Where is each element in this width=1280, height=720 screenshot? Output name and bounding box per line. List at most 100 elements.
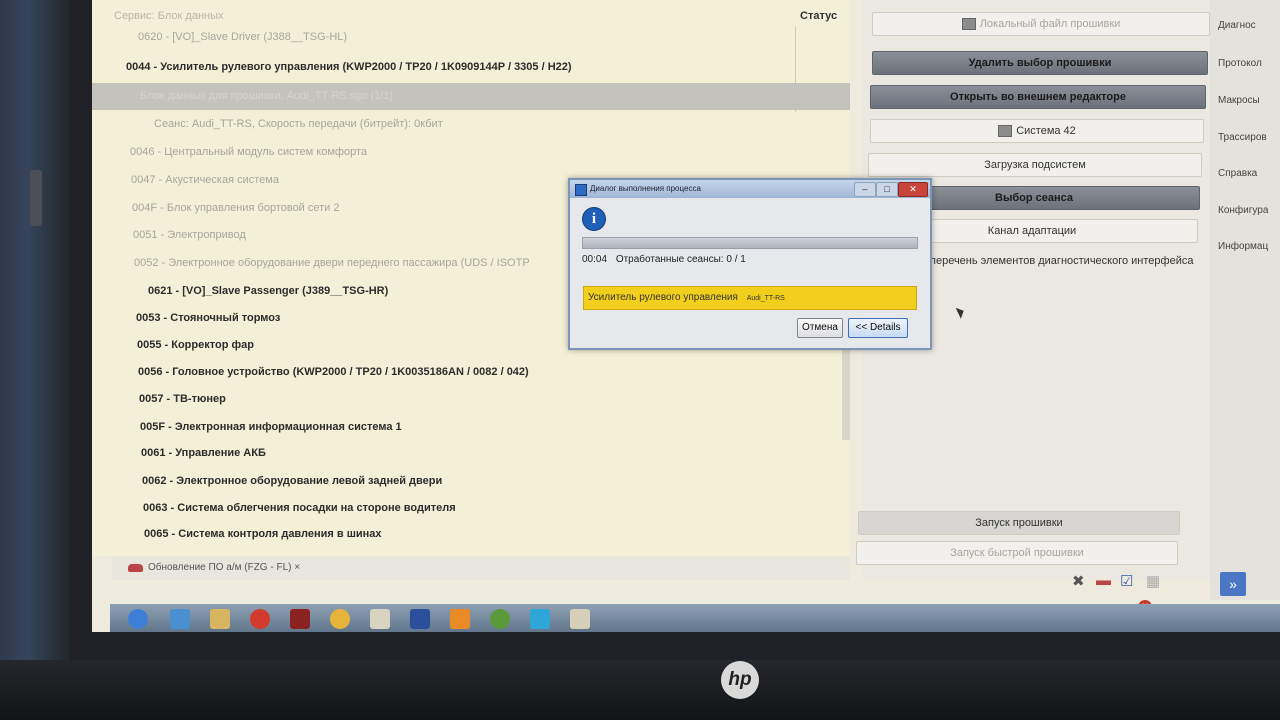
local-file-button[interactable]: Локальный файл прошивки	[872, 12, 1210, 36]
ecu-row[interactable]: 0061 - Управление АКБ	[92, 440, 850, 467]
tab-flash-update[interactable]: Обновление ПО а/м (FZG - FL) ×	[128, 559, 300, 577]
process-dialog: Диалог выполнения процесса – □ ✕ i 00:04…	[568, 178, 932, 350]
ecu-row-label: 004F - Блок управления бортовой сети 2	[132, 202, 340, 214]
ecu-row[interactable]: 0620 - [VO]_Slave Driver (J388__TSG-HL)	[92, 24, 850, 51]
ecu-row-label: 0052 - Электронное оборудование двери пе…	[134, 257, 530, 269]
adaptation-channel-label: Канал адаптации	[987, 225, 1077, 237]
system42-button[interactable]: Система 42	[870, 119, 1204, 143]
ecu-row[interactable]: Сеанс: Audi_TT-RS, Скорость передачи (би…	[92, 111, 850, 138]
info-icon: i	[582, 207, 606, 231]
start-flash-label: Запуск прошивки	[975, 517, 1063, 529]
ecu-row-label: 0055 - Корректор фар	[137, 339, 254, 351]
ie-icon[interactable]	[170, 609, 190, 629]
ecu-row[interactable]: 0056 - Головное устройство (KWP2000 / TP…	[92, 359, 850, 386]
ecu-row-label: 0053 - Стояночный тормоз	[136, 312, 281, 324]
side-menu-item-macros[interactable]: Макросы	[1218, 95, 1260, 106]
chart-app-icon[interactable]	[570, 609, 590, 629]
ecu-row[interactable]: 0046 - Центральный модуль систем комфорт…	[92, 139, 850, 166]
header-title: Сервис: Блок данных	[114, 10, 224, 22]
ecu-row-label: 0047 - Акустическая система	[131, 174, 279, 186]
cross-tools-icon[interactable]: ✖	[1072, 572, 1085, 590]
sessions-status: Отработанные сеансы: 0 / 1	[615, 254, 746, 265]
app-red-icon[interactable]	[290, 609, 310, 629]
ecu-row-label: 0061 - Управление АКБ	[141, 447, 266, 459]
side-menu-item-help[interactable]: Справка	[1218, 168, 1257, 179]
ecu-row-label: 0056 - Головное устройство (KWP2000 / TP…	[138, 366, 529, 378]
opera-icon[interactable]	[250, 609, 270, 629]
side-menu: Диагнос Протокол Макросы Трассиров Справ…	[1210, 0, 1280, 600]
vlc-icon[interactable]	[450, 609, 470, 629]
progress-bar	[582, 237, 918, 249]
grid-app-icon[interactable]	[410, 609, 430, 629]
tab-bar: Обновление ПО а/м (FZG - FL) ×	[112, 556, 850, 580]
dialog-title: Диалог выполнения процесса	[590, 184, 701, 193]
local-file-label: Локальный файл прошивки	[979, 18, 1121, 30]
ecu-row-label: 0621 - [VO]_Slave Passenger (J389__TSG-H…	[148, 285, 389, 297]
load-subsystems-button[interactable]: Загрузка подсистем	[868, 153, 1202, 177]
ecu-row-label: Блок данных для прошивки: Audi_TT-RS.sgo…	[140, 90, 394, 102]
chrome-icon[interactable]	[330, 609, 350, 629]
maximize-icon[interactable]: □	[876, 182, 898, 197]
ecu-row[interactable]: 0062 - Электронное оборудование левой за…	[92, 468, 850, 495]
hp-logo: hp	[721, 661, 759, 699]
dialog-titlebar[interactable]: Диалог выполнения процесса – □ ✕	[570, 180, 930, 198]
checklist-icon[interactable]: ☑	[1120, 572, 1133, 590]
ecu-row-label: 0620 - [VO]_Slave Driver (J388__TSG-HL)	[138, 31, 348, 43]
file-icon	[961, 18, 976, 31]
side-menu-item-trace[interactable]: Трассиров	[1218, 132, 1267, 143]
start-quick-flash-button[interactable]: Запуск быстрой прошивки	[856, 541, 1178, 565]
laptop-side-button	[30, 170, 42, 226]
torrent-icon[interactable]	[490, 609, 510, 629]
start-flash-button[interactable]: Запуск прошивки	[858, 511, 1180, 535]
side-menu-item-diagnosis[interactable]: Диагнос	[1218, 20, 1256, 31]
ecu-row-label: 0063 - Система облегчения посадки на сто…	[143, 502, 456, 514]
ecu-row-label: 0057 - ТВ-тюнер	[139, 393, 226, 405]
next-arrow-icon[interactable]: »	[1220, 572, 1246, 596]
windows-taskbar	[110, 604, 1280, 632]
side-menu-item-info[interactable]: Информац	[1218, 241, 1268, 252]
folder-icon[interactable]	[210, 609, 230, 629]
elapsed-time: 00:04	[582, 254, 608, 265]
system42-label: Система 42	[1016, 125, 1076, 137]
grid-icon[interactable]: ▦	[1146, 572, 1160, 590]
ecu-row[interactable]: 0063 - Система облегчения посадки на сто…	[92, 495, 850, 522]
delete-selection-button[interactable]: Удалить выбор прошивки	[872, 51, 1208, 75]
task-name: Усилитель рулевого управления	[588, 292, 738, 303]
ecu-row-label: 0062 - Электронное оборудование левой за…	[142, 475, 443, 487]
ecu-row-label: Сеанс: Audi_TT-RS, Скорость передачи (би…	[154, 118, 443, 130]
ecu-row[interactable]: 0057 - ТВ-тюнер	[92, 386, 850, 413]
ecu-row-label: 005F - Электронная информационная систем…	[140, 421, 402, 433]
laptop-base	[0, 660, 1280, 720]
tab-label: Обновление ПО а/м (FZG - FL)	[148, 562, 292, 573]
cancel-button[interactable]: Отмена	[797, 318, 843, 338]
tab-close-icon[interactable]: ×	[294, 562, 300, 573]
odis-app-icon[interactable]	[530, 609, 550, 629]
ecu-row[interactable]: 005F - Электронная информационная систем…	[92, 414, 850, 441]
ecu-row-selected[interactable]: Блок данных для прошивки: Audi_TT-RS.sgo…	[92, 83, 850, 110]
car-icon	[128, 564, 143, 572]
header-status: Статус	[800, 10, 838, 22]
computer-icon	[998, 125, 1013, 138]
details-button[interactable]: << Details	[848, 318, 908, 338]
ecu-row-label: 0051 - Электропривод	[133, 229, 246, 241]
car-icon[interactable]: ▬	[1096, 572, 1111, 589]
load-subsystems-label: Загрузка подсистем	[984, 159, 1086, 171]
ecu-row-label: 0044 - Усилитель рулевого управления (KW…	[126, 61, 572, 73]
background-left	[0, 0, 70, 720]
ecu-row[interactable]: 0044 - Усилитель рулевого управления (KW…	[92, 54, 850, 81]
current-task: Усилитель рулевого управления Audi_TT-RS	[583, 286, 917, 310]
start-quick-flash-label: Запуск быстрой прошивки	[950, 547, 1084, 559]
side-menu-item-protocol[interactable]: Протокол	[1218, 58, 1262, 69]
ecu-row[interactable]: 0065 - Система контроля давления в шинах	[92, 521, 850, 548]
side-menu-item-config[interactable]: Конфигура	[1218, 205, 1268, 216]
close-icon[interactable]: ✕	[898, 182, 928, 197]
minimize-icon[interactable]: –	[854, 182, 876, 197]
open-external-label: Открыть во внешнем редакторе	[950, 91, 1126, 103]
open-external-editor-button[interactable]: Открыть во внешнем редакторе	[870, 85, 1206, 109]
delete-selection-label: Удалить выбор прошивки	[968, 57, 1112, 69]
ecu-row-label: 0046 - Центральный модуль систем комфорт…	[130, 146, 367, 158]
select-session-label: Выбор сеанса	[995, 192, 1073, 204]
document-icon[interactable]	[370, 609, 390, 629]
start-button-icon[interactable]	[128, 609, 148, 629]
task-file: Audi_TT-RS	[746, 295, 785, 302]
